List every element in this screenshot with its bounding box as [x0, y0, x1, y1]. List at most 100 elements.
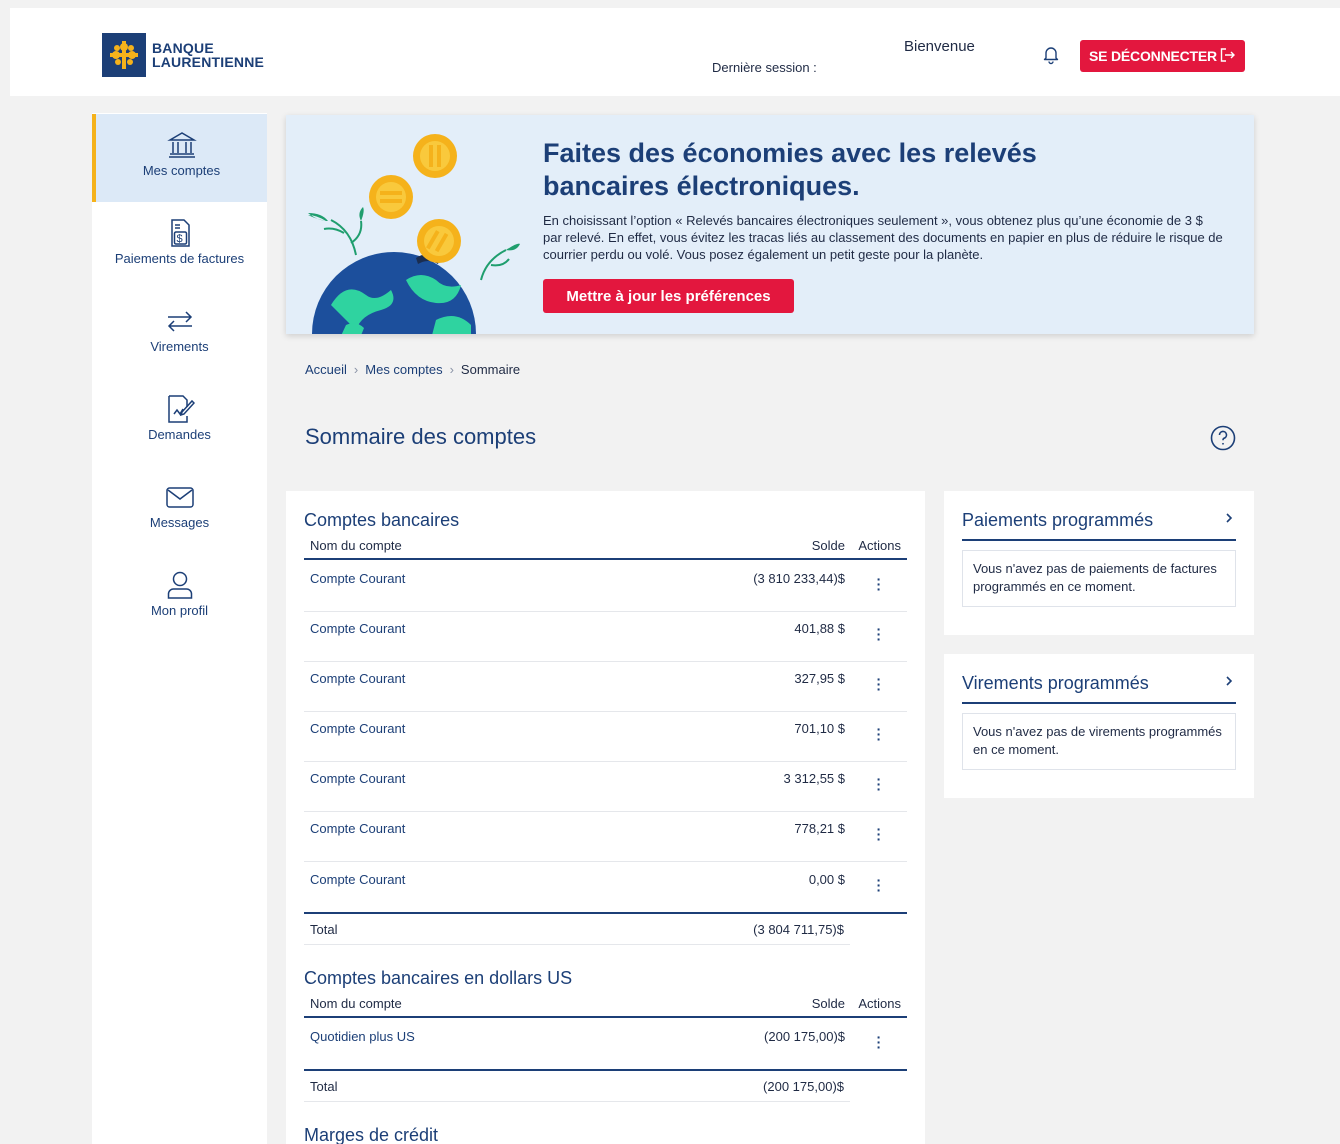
sidebar-item-label: Demandes	[148, 427, 211, 442]
scheduled-payments-message: Vous n'avez pas de paiements de factures…	[962, 550, 1236, 607]
sidebar-item-demandes[interactable]: Demandes	[92, 378, 267, 466]
banner-text: En choisissant l’option « Relevés bancai…	[543, 213, 1223, 262]
account-balance: (200 175,00)$	[764, 1029, 845, 1044]
sidebar-item-label: Paiements de factures	[114, 251, 245, 266]
sidebar-item-label: Virements	[150, 339, 209, 354]
bank-logo[interactable]: BANQUE LAURENTIENNE	[102, 33, 264, 77]
sidebar-item-paiements[interactable]: $ Paiements de factures	[92, 202, 267, 290]
scheduled-transfers-title[interactable]: Virements programmés	[962, 673, 1149, 694]
section-title-us: Comptes bancaires en dollars US	[304, 968, 573, 988]
accounts-card: Comptes bancaires Nom du compte Solde Ac…	[286, 491, 925, 1144]
sidebar-nav: Mes comptes $ Paiements de factures Vire…	[92, 113, 267, 1144]
account-balance: 701,10 $	[794, 721, 845, 736]
more-actions-icon[interactable]: · · ·	[875, 772, 883, 796]
banner-title: Faites des économies avec les relevés ba…	[543, 138, 1037, 201]
table-row: Compte Courant 0,00 $ · · ·	[304, 863, 907, 911]
account-name-link[interactable]: Compte Courant	[310, 671, 405, 686]
total-row: Total (3 804 711,75)$	[304, 913, 850, 945]
chevron-right-icon[interactable]	[1224, 674, 1234, 690]
chevron-right-icon: ›	[353, 362, 359, 377]
table-row: Compte Courant 401,88 $ · · ·	[304, 612, 907, 662]
more-actions-icon[interactable]: · · ·	[875, 572, 883, 596]
more-actions-icon[interactable]: · · ·	[875, 873, 883, 897]
sidebar-item-virements[interactable]: Virements	[92, 290, 267, 378]
col-actions: Actions	[858, 996, 901, 1011]
sidebar-item-label: Mon profil	[150, 603, 209, 618]
scheduled-payments-card: Paiements programmés Vous n'avez pas de …	[944, 491, 1254, 635]
card-divider	[962, 702, 1236, 704]
table-row: Compte Courant 3 312,55 $ · · ·	[304, 762, 907, 812]
account-balance: 3 312,55 $	[783, 771, 845, 786]
account-name-link[interactable]: Compte Courant	[310, 821, 405, 836]
account-balance: 401,88 $	[794, 621, 845, 636]
account-name-link[interactable]: Compte Courant	[310, 872, 405, 887]
update-preferences-button[interactable]: Mettre à jour les préférences	[543, 279, 794, 313]
scheduled-transfers-card: Virements programmés Vous n'avez pas de …	[944, 654, 1254, 798]
section-title-credit: Marges de crédit	[304, 1125, 439, 1144]
col-name: Nom du compte	[310, 996, 402, 1011]
table-row: Compte Courant 778,21 $ · · ·	[304, 812, 907, 862]
total-label: Total	[310, 1079, 338, 1094]
logo-mark-icon	[102, 33, 146, 77]
more-actions-icon[interactable]: · · ·	[875, 722, 883, 746]
table-row: Compte Courant (3 810 233,44)$ · · ·	[304, 562, 907, 612]
more-actions-icon[interactable]: · · ·	[875, 822, 883, 846]
account-name-link[interactable]: Compte Courant	[310, 771, 405, 786]
more-actions-icon[interactable]: · · ·	[875, 622, 883, 646]
account-name-link[interactable]: Compte Courant	[310, 571, 405, 586]
bill-icon: $	[165, 218, 195, 248]
sidebar-item-label: Mes comptes	[142, 163, 221, 178]
scheduled-payments-title[interactable]: Paiements programmés	[962, 510, 1153, 531]
account-balance: (3 810 233,44)$	[753, 571, 845, 586]
sidebar-item-messages[interactable]: Messages	[92, 466, 267, 554]
sidebar-item-mon-profil[interactable]: Mon profil	[92, 554, 267, 642]
total-value: (200 175,00)$	[763, 1079, 844, 1094]
breadcrumb-mes-comptes[interactable]: Mes comptes	[365, 362, 442, 377]
header: BANQUE LAURENTIENNE Dernière session : B…	[10, 8, 1340, 96]
globe-coins-illustration	[286, 115, 536, 334]
sidebar-item-label: Messages	[149, 515, 210, 530]
col-balance: Solde	[811, 538, 845, 553]
chevron-right-icon: ›	[449, 362, 454, 377]
welcome-text: Bienvenue	[904, 38, 975, 55]
transfer-arrows-icon	[165, 306, 195, 336]
account-balance: 0,00 $	[808, 872, 845, 887]
chevron-right-icon[interactable]	[1224, 511, 1234, 527]
total-label: Total	[310, 922, 338, 937]
account-name-link[interactable]: Compte Courant	[310, 721, 405, 736]
bell-icon[interactable]	[1040, 43, 1062, 65]
scheduled-transfers-message: Vous n'avez pas de virements programmés …	[962, 713, 1236, 770]
sidebar-item-mes-comptes[interactable]: Mes comptes	[92, 114, 267, 202]
logout-button[interactable]: SE DÉCONNECTER	[1080, 40, 1245, 72]
section-title-bank: Comptes bancaires	[304, 510, 460, 530]
breadcrumb-accueil[interactable]: Accueil	[305, 362, 347, 377]
table-row: Quotidien plus US (200 175,00)$ · · ·	[304, 1020, 907, 1068]
table-row: Compte Courant 327,95 $ · · ·	[304, 662, 907, 712]
envelope-icon	[165, 482, 195, 512]
more-actions-icon[interactable]: · · ·	[875, 1030, 883, 1054]
promo-banner: Faites des économies avec les relevés ba…	[286, 115, 1254, 334]
table-header: Nom du compte Solde Actions	[304, 996, 907, 1018]
logout-label: SE DÉCONNECTER	[1089, 48, 1217, 64]
account-balance: 327,95 $	[794, 671, 845, 686]
total-value: (3 804 711,75)$	[753, 922, 844, 937]
account-name-link[interactable]: Compte Courant	[310, 621, 405, 636]
more-actions-icon[interactable]: · · ·	[875, 672, 883, 696]
brand-line-1: BANQUE	[152, 40, 214, 56]
request-doc-icon	[165, 394, 195, 424]
table-row: Compte Courant 701,10 $ · · ·	[304, 712, 907, 762]
breadcrumb: Accueil › Mes comptes › Sommaire	[305, 362, 520, 377]
col-name: Nom du compte	[310, 538, 402, 553]
help-icon[interactable]	[1210, 425, 1236, 451]
bank-icon	[166, 130, 197, 160]
svg-text:$: $	[176, 233, 182, 245]
col-balance: Solde	[811, 996, 845, 1011]
page-title: Sommaire des comptes	[305, 424, 537, 449]
account-balance: 778,21 $	[794, 821, 845, 836]
account-name-link[interactable]: Quotidien plus US	[310, 1029, 415, 1044]
card-divider	[962, 539, 1236, 541]
breadcrumb-current: Sommaire	[460, 362, 521, 377]
brand-line-2: LAURENTIENNE	[152, 54, 265, 70]
top-strip	[0, 0, 1340, 8]
col-actions: Actions	[858, 538, 901, 553]
